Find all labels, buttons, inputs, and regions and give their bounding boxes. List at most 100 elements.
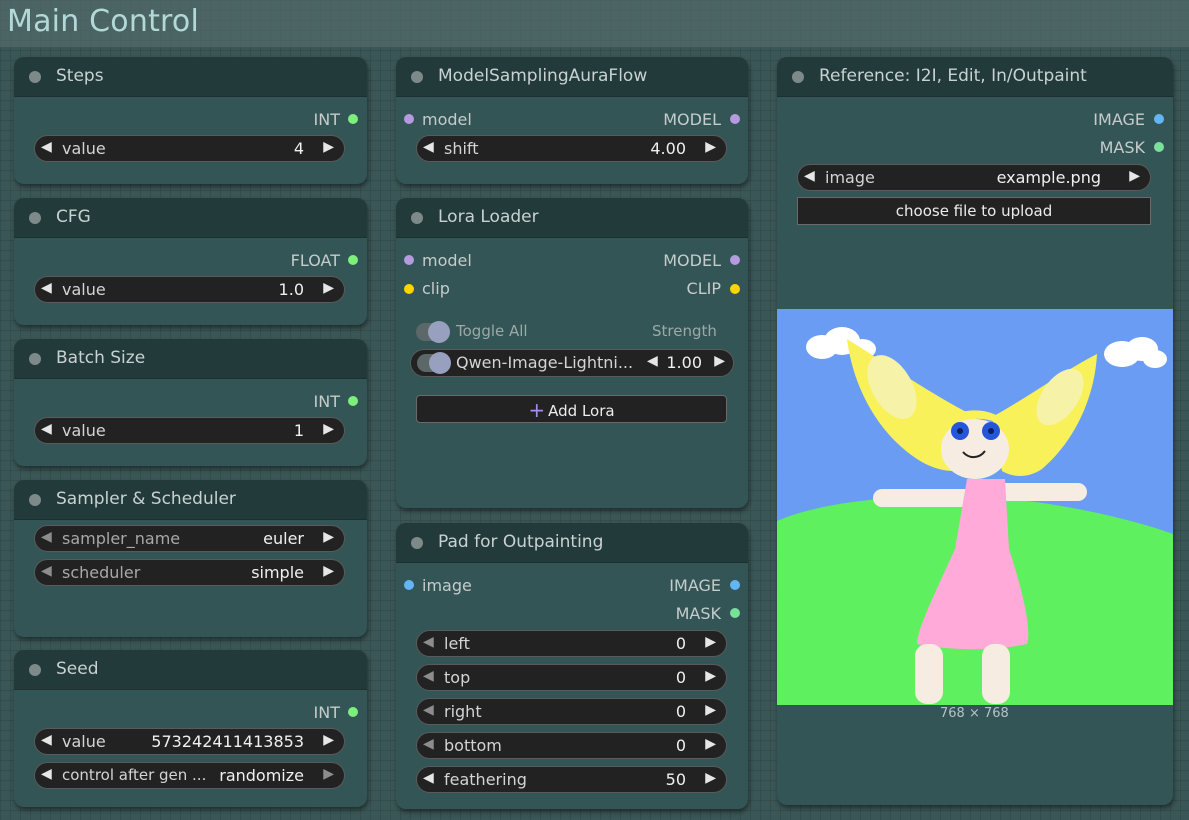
decrement-arrow-icon[interactable]: ◀ (423, 668, 434, 684)
decrement-arrow-icon[interactable]: ◀ (423, 736, 434, 752)
widget-value: 1.0 (278, 280, 304, 299)
node-header[interactable]: Pad for Outpainting (396, 523, 748, 563)
next-option-arrow-icon[interactable]: ▶ (323, 766, 334, 782)
lora-enable-switch[interactable] (417, 352, 451, 374)
group-header[interactable]: Main Control (0, 0, 1189, 48)
node-header[interactable]: Lora Loader (396, 198, 748, 238)
node-sampler-scheduler[interactable]: Sampler & Scheduler ◀ sampler_name euler… (14, 480, 367, 637)
collapse-dot-icon[interactable] (411, 212, 423, 224)
increment-arrow-icon[interactable]: ▶ (323, 732, 334, 748)
add-lora-button[interactable]: + Add Lora (416, 395, 727, 423)
increment-arrow-icon[interactable]: ▶ (705, 702, 716, 718)
decrement-strength-arrow-icon[interactable]: ◀ (647, 353, 658, 369)
widget-name: left (444, 634, 470, 653)
previous-option-arrow-icon[interactable]: ◀ (41, 766, 52, 782)
increment-strength-arrow-icon[interactable]: ▶ (714, 353, 725, 369)
collapse-dot-icon[interactable] (792, 71, 804, 83)
collapse-dot-icon[interactable] (411, 537, 423, 549)
node-reference-image[interactable]: Reference: I2I, Edit, In/Outpaint IMAGE … (777, 57, 1173, 805)
pad-right-widget[interactable]: ◀ right 0 ▶ (416, 698, 727, 725)
output-slot-image[interactable] (730, 580, 740, 590)
node-title: Seed (56, 659, 99, 679)
output-slot-model[interactable] (730, 114, 740, 124)
input-slot-model[interactable] (404, 114, 414, 124)
value-widget[interactable]: ◀ value 1.0 ▶ (34, 276, 345, 303)
upload-button[interactable]: choose file to upload (797, 197, 1151, 225)
lora-entry-row[interactable]: Qwen-Image-Lightni... ◀ 1.00 ▶ (410, 349, 734, 377)
pad-left-widget[interactable]: ◀ left 0 ▶ (416, 630, 727, 657)
node-cfg[interactable]: CFG FLOAT ◀ value 1.0 ▶ (14, 198, 367, 325)
decrement-arrow-icon[interactable]: ◀ (423, 702, 434, 718)
seed-value-widget[interactable]: ◀ value 573242411413853 ▶ (34, 728, 345, 755)
node-header[interactable]: Batch Size (14, 339, 367, 379)
increment-arrow-icon[interactable]: ▶ (705, 634, 716, 650)
value-widget[interactable]: ◀ value 4 ▶ (34, 135, 345, 162)
decrement-arrow-icon[interactable]: ◀ (423, 770, 434, 786)
increment-arrow-icon[interactable]: ▶ (705, 736, 716, 752)
increment-arrow-icon[interactable]: ▶ (705, 668, 716, 684)
control-after-generate-combo[interactable]: ◀ control after gen ... randomize ▶ (34, 762, 345, 789)
pad-top-widget[interactable]: ◀ top 0 ▶ (416, 664, 727, 691)
sampler-name-combo[interactable]: ◀ sampler_name euler ▶ (34, 525, 345, 552)
increment-arrow-icon[interactable]: ▶ (705, 770, 716, 786)
node-lora-loader[interactable]: Lora Loader model MODEL clip CLIP Toggle… (396, 198, 748, 508)
value-widget[interactable]: ◀ value 1 ▶ (34, 417, 345, 444)
input-label-model: model (422, 251, 472, 270)
increment-arrow-icon[interactable]: ▶ (323, 421, 334, 437)
collapse-dot-icon[interactable] (29, 353, 41, 365)
decrement-arrow-icon[interactable]: ◀ (423, 139, 434, 155)
node-header[interactable]: Reference: I2I, Edit, In/Outpaint (777, 57, 1173, 97)
output-slot-float[interactable] (348, 255, 358, 265)
decrement-arrow-icon[interactable]: ◀ (41, 421, 52, 437)
previous-image-arrow-icon[interactable]: ◀ (804, 168, 815, 184)
scheduler-combo[interactable]: ◀ scheduler simple ▶ (34, 559, 345, 586)
pad-feathering-widget[interactable]: ◀ feathering 50 ▶ (416, 766, 727, 793)
decrement-arrow-icon[interactable]: ◀ (41, 139, 52, 155)
shift-widget[interactable]: ◀ shift 4.00 ▶ (416, 135, 727, 162)
node-seed[interactable]: Seed INT ◀ value 573242411413853 ▶ ◀ con… (14, 650, 367, 807)
output-slot-int[interactable] (348, 396, 358, 406)
collapse-dot-icon[interactable] (29, 664, 41, 676)
decrement-arrow-icon[interactable]: ◀ (41, 280, 52, 296)
node-header[interactable]: Seed (14, 650, 367, 690)
collapse-dot-icon[interactable] (29, 494, 41, 506)
output-label-image: IMAGE (669, 576, 721, 595)
next-image-arrow-icon[interactable]: ▶ (1129, 168, 1140, 184)
input-slot-image[interactable] (404, 580, 414, 590)
previous-option-arrow-icon[interactable]: ◀ (41, 563, 52, 579)
previous-option-arrow-icon[interactable]: ◀ (41, 529, 52, 545)
node-pad-for-outpainting[interactable]: Pad for Outpainting image IMAGE MASK ◀ l… (396, 523, 748, 809)
toggle-all-switch[interactable] (416, 321, 450, 343)
output-slot-clip[interactable] (730, 284, 740, 294)
output-slot-model[interactable] (730, 255, 740, 265)
next-option-arrow-icon[interactable]: ▶ (323, 529, 334, 545)
increment-arrow-icon[interactable]: ▶ (323, 139, 334, 155)
lora-name[interactable]: Qwen-Image-Lightni... (456, 353, 633, 372)
collapse-dot-icon[interactable] (411, 71, 423, 83)
output-slot-image[interactable] (1154, 114, 1164, 124)
image-select-combo[interactable]: ◀ image example.png ▶ (797, 164, 1151, 191)
node-title: Sampler & Scheduler (56, 489, 236, 509)
node-header[interactable]: CFG (14, 198, 367, 238)
node-header[interactable]: Steps (14, 57, 367, 97)
output-slot-mask[interactable] (730, 608, 740, 618)
collapse-dot-icon[interactable] (29, 212, 41, 224)
next-option-arrow-icon[interactable]: ▶ (323, 563, 334, 579)
node-batch-size[interactable]: Batch Size INT ◀ value 1 ▶ (14, 339, 367, 466)
output-slot-mask[interactable] (1154, 142, 1164, 152)
lora-strength[interactable]: 1.00 (666, 353, 702, 372)
node-model-sampling-aura-flow[interactable]: ModelSamplingAuraFlow model MODEL ◀ shif… (396, 57, 748, 184)
node-header[interactable]: ModelSamplingAuraFlow (396, 57, 748, 97)
output-slot-int[interactable] (348, 114, 358, 124)
node-steps[interactable]: Steps INT ◀ value 4 ▶ (14, 57, 367, 184)
decrement-arrow-icon[interactable]: ◀ (41, 732, 52, 748)
output-slot-int[interactable] (348, 707, 358, 717)
node-header[interactable]: Sampler & Scheduler (14, 480, 367, 520)
decrement-arrow-icon[interactable]: ◀ (423, 634, 434, 650)
collapse-dot-icon[interactable] (29, 71, 41, 83)
input-slot-clip[interactable] (404, 284, 414, 294)
increment-arrow-icon[interactable]: ▶ (705, 139, 716, 155)
increment-arrow-icon[interactable]: ▶ (323, 280, 334, 296)
input-slot-model[interactable] (404, 255, 414, 265)
pad-bottom-widget[interactable]: ◀ bottom 0 ▶ (416, 732, 727, 759)
